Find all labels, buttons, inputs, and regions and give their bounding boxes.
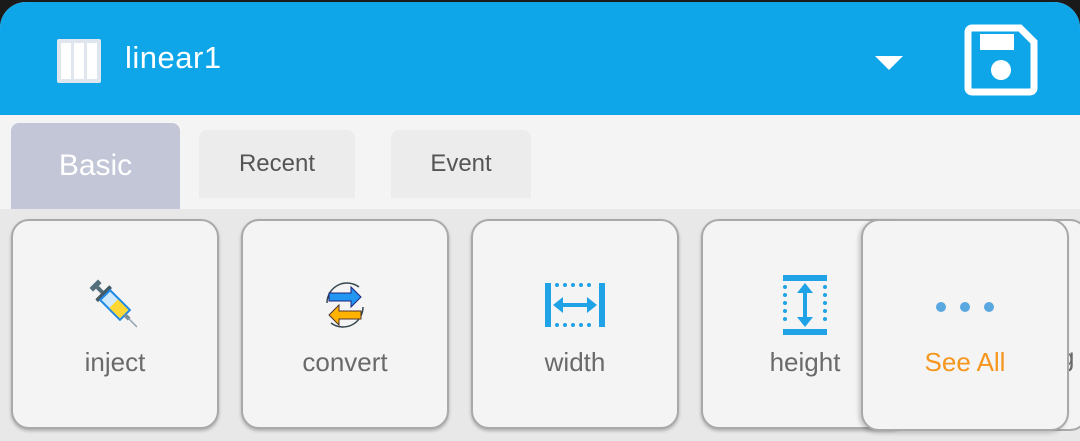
- block-inject[interactable]: inject: [11, 219, 219, 429]
- tab-bar: Basic Recent Event: [0, 115, 1080, 209]
- convert-arrows-icon: [326, 282, 364, 328]
- block-label: convert: [302, 347, 388, 377]
- width-icon: [545, 283, 605, 327]
- see-all-button[interactable]: See All: [861, 219, 1069, 431]
- tab-basic[interactable]: Basic: [11, 123, 180, 209]
- bottom-sheet: linear1 Basic Recent Event inject conver…: [0, 2, 1080, 441]
- caret-down-icon[interactable]: [872, 52, 906, 74]
- save-button[interactable]: [964, 24, 1038, 96]
- block-label: inject: [84, 347, 146, 377]
- syringe-icon: [89, 279, 138, 328]
- more-dots-icon: [936, 302, 994, 312]
- block-convert[interactable]: convert: [241, 219, 449, 429]
- block-label: width: [544, 347, 606, 377]
- see-all-label: See All: [924, 347, 1006, 377]
- page-title: linear1: [125, 40, 222, 75]
- block-width[interactable]: width: [471, 219, 679, 429]
- tab-recent[interactable]: Recent: [199, 130, 355, 198]
- tab-event[interactable]: Event: [391, 130, 531, 198]
- header-bar: linear1: [0, 2, 1080, 115]
- layout-columns-icon[interactable]: [56, 38, 102, 84]
- height-icon: [783, 275, 827, 335]
